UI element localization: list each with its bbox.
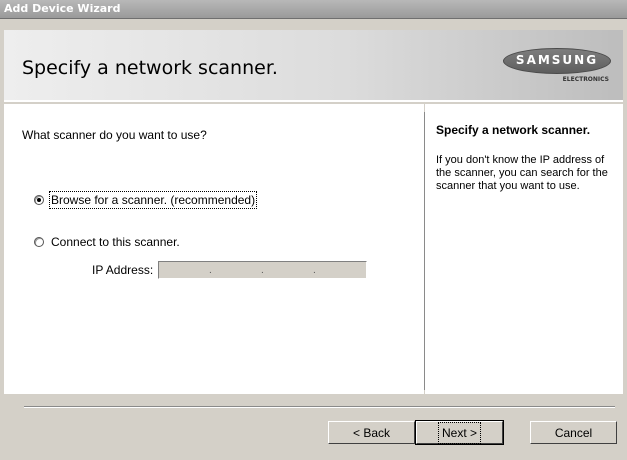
- samsung-logo: SAMSUNG ELECTRONICS: [503, 48, 611, 88]
- ip-octet-separator: .: [209, 265, 212, 276]
- wizard-window: Add Device Wizard Specify a network scan…: [0, 0, 627, 460]
- wizard-header: Specify a network scanner. SAMSUNG ELECT…: [4, 30, 623, 102]
- browse-option[interactable]: Browse for a scanner. (recommended): [34, 191, 258, 209]
- cancel-button-label: Cancel: [554, 425, 593, 440]
- ip-address-label: IP Address:: [92, 263, 154, 277]
- page-title: Specify a network scanner.: [22, 57, 278, 79]
- logo-wordmark: SAMSUNG: [515, 53, 599, 67]
- browse-option-label[interactable]: Browse for a scanner. (recommended): [48, 191, 258, 209]
- next-button-label: Next >: [437, 421, 482, 444]
- options-panel: What scanner do you want to use? Browse …: [4, 104, 424, 394]
- connect-radio[interactable]: [34, 237, 44, 247]
- ip-address-field[interactable]: . . .: [158, 261, 367, 279]
- logo-subtitle: ELECTRONICS: [562, 76, 609, 83]
- connect-option[interactable]: Connect to this scanner.: [34, 234, 180, 250]
- cancel-button[interactable]: Cancel: [530, 421, 617, 444]
- title-bar[interactable]: Add Device Wizard: [0, 0, 627, 19]
- next-button[interactable]: Next >: [415, 420, 504, 445]
- connect-option-label[interactable]: Connect to this scanner.: [51, 235, 180, 249]
- question-label: What scanner do you want to use?: [22, 128, 207, 142]
- help-panel: Specify a network scanner. If you don't …: [425, 104, 623, 394]
- help-title: Specify a network scanner.: [436, 123, 591, 137]
- ip-octet-separator: .: [261, 265, 264, 276]
- button-divider: [24, 406, 615, 408]
- help-description: If you don't know the IP address of the …: [436, 154, 608, 192]
- back-button-label: < Back: [352, 425, 391, 440]
- window-title: Add Device Wizard: [4, 2, 121, 15]
- browse-radio[interactable]: [34, 195, 44, 205]
- ip-octet-separator: .: [313, 265, 316, 276]
- back-button[interactable]: < Back: [328, 421, 415, 444]
